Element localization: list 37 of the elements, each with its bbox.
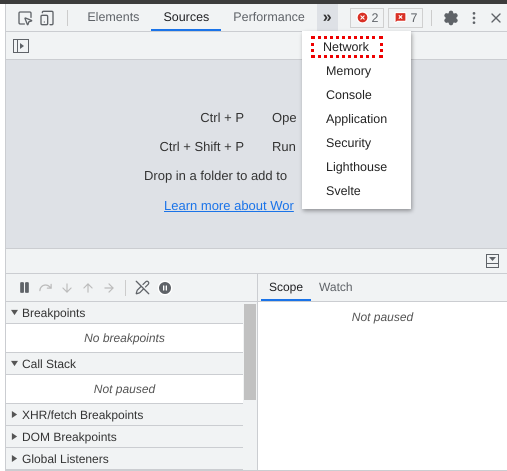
triangle-icon [11, 411, 18, 418]
more-tabs-button[interactable]: » [316, 4, 338, 31]
triangle-icon [11, 433, 18, 440]
triangle-icon [11, 309, 18, 316]
section-header[interactable]: Global Listeners [6, 448, 243, 470]
error-counter[interactable]: 2 [350, 8, 384, 28]
menu-item[interactable]: Svelte [302, 179, 411, 203]
pause-on-exceptions-icon[interactable] [157, 280, 173, 296]
shortcut-action: Run [272, 139, 296, 154]
shortcut-action: Ope [272, 110, 297, 125]
triangle-icon [11, 360, 18, 367]
drop-hint: Drop in a folder to add to [144, 167, 288, 185]
sidebar-tab[interactable]: Watch [311, 274, 361, 301]
menu-item[interactable]: Lighthouse [302, 155, 411, 179]
section-header[interactable]: XHR/fetch Breakpoints [6, 404, 243, 426]
message-error-icon [394, 11, 408, 24]
triangle-icon [11, 455, 18, 462]
shortcut-keys: Ctrl + P [6, 110, 244, 125]
empty-message: Not paused [352, 310, 414, 324]
sidebar-toggle-icon[interactable] [13, 38, 29, 52]
panel-tab[interactable]: Elements [75, 4, 152, 31]
pause-icon[interactable] [18, 281, 31, 294]
panel-tab[interactable]: Performance [221, 4, 317, 31]
menu-item[interactable]: Application [302, 107, 411, 131]
menu-item[interactable]: Security [302, 131, 411, 155]
deactivate-breakpoints-icon[interactable] [135, 280, 150, 295]
error-icon [356, 11, 369, 24]
menu-item[interactable]: Memory [302, 59, 411, 83]
issue-counter[interactable]: 7 [388, 8, 424, 28]
menu-item[interactable]: Console [302, 83, 411, 107]
section-header[interactable]: Call Stack [6, 353, 243, 375]
section-header[interactable]: DOM Breakpoints [6, 426, 243, 448]
section-header[interactable]: Breakpoints [6, 302, 243, 324]
sidebar-tab[interactable]: Scope [261, 274, 312, 301]
drawer-toggle-icon[interactable] [486, 254, 499, 268]
shortcut-keys: Ctrl + Shift + P [6, 139, 244, 154]
scrollbar[interactable] [243, 302, 257, 470]
